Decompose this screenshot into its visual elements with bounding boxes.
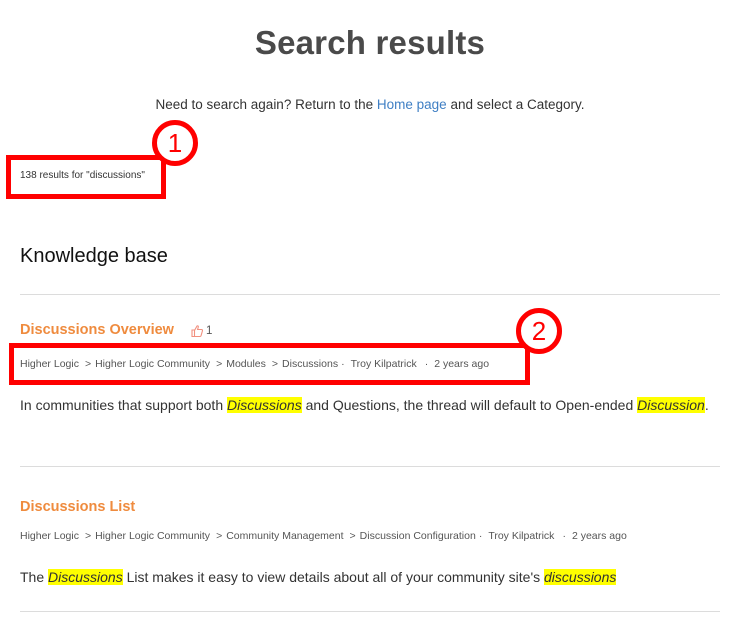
annotation-marker-1: 1 — [152, 120, 198, 166]
subtitle-prefix: Need to search again? Return to the — [155, 97, 377, 112]
article-snippet: The Discussions List makes it easy to vi… — [20, 564, 710, 591]
breadcrumb-item[interactable]: Community Management — [226, 530, 343, 542]
search-results-page: Search results Need to search again? Ret… — [0, 0, 740, 622]
article-title-link[interactable]: Discussions Overview — [20, 322, 174, 338]
thumbs-up-icon — [190, 324, 204, 338]
search-again-text: Need to search again? Return to the Home… — [0, 97, 740, 112]
snippet-text: The — [20, 569, 49, 585]
divider — [20, 611, 720, 612]
article-title-link[interactable]: Discussions List — [20, 499, 135, 515]
snippet-text: List makes it easy to view details about… — [122, 569, 545, 585]
breadcrumb-item[interactable]: Discussion Configuration — [360, 530, 476, 542]
breadcrumb-item[interactable]: Higher Logic Community — [95, 530, 210, 542]
page-title: Search results — [254, 24, 486, 61]
search-highlight: discussions — [544, 569, 617, 585]
divider — [20, 466, 720, 467]
subtitle-suffix: and select a Category. — [446, 97, 585, 112]
article-snippet: In communities that support both Discuss… — [20, 392, 710, 419]
home-page-link[interactable]: Home page — [377, 97, 447, 112]
divider — [20, 294, 720, 295]
annotation-box-2 — [9, 343, 530, 385]
article-meta: Higher Logic > Higher Logic Community > Comm… — [20, 530, 627, 542]
breadcrumb-item[interactable]: Higher Logic — [20, 530, 79, 542]
author: Troy Kilpatrick — [488, 530, 555, 542]
search-highlight: Discussions — [48, 569, 123, 585]
snippet-text: and Questions, the thread will default t… — [301, 397, 638, 413]
timestamp: 2 years ago — [571, 530, 627, 542]
search-highlight: Discussions — [227, 397, 302, 413]
section-heading-knowledge-base: Knowledge base — [20, 245, 168, 267]
likes-number: 1 — [206, 325, 213, 337]
annotation-marker-2: 2 — [516, 308, 562, 354]
annotation-box-1 — [6, 155, 166, 199]
snippet-text: In communities that support both — [20, 397, 227, 413]
search-highlight: Discussion — [637, 397, 705, 413]
snippet-text: . — [704, 397, 709, 413]
likes-count[interactable]: 1 — [190, 324, 212, 338]
